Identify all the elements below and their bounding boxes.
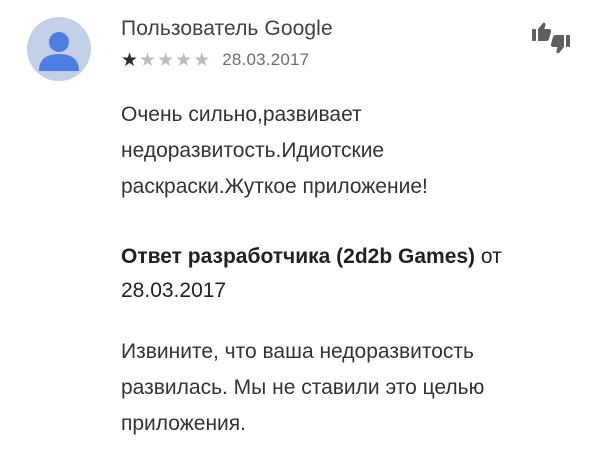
developer-reply-text: Извините, что ваша недоразвитость развил… (121, 334, 581, 442)
review-line: недоразвитость.Идиотские (121, 139, 385, 162)
developer-reply-header: Ответ разработчика (2d2b Games) от 28.03… (121, 240, 581, 308)
developer-reply-from: от (475, 245, 502, 268)
reply-line: приложения. (121, 412, 246, 435)
thumb-up-down-icon[interactable] (531, 21, 571, 57)
star-icon: ★ (175, 49, 193, 71)
review-text: Очень сильно,развивает недоразвитость.Ид… (121, 97, 571, 205)
user-silhouette-icon (39, 32, 79, 71)
star-icon: ★ (139, 49, 157, 71)
review-meta: ★ ★ ★ ★ ★ 28.03.2017 (121, 50, 309, 70)
review-date: 28.03.2017 (222, 50, 310, 69)
developer-reply-label: Ответ разработчика (2d2b Games) (121, 245, 476, 268)
star-icon: ★ (193, 49, 211, 71)
star-rating: ★ ★ ★ ★ ★ (121, 51, 210, 70)
developer-reply-date: 28.03.2017 (121, 279, 227, 302)
avatar (27, 17, 91, 81)
review-line: Очень сильно,развивает (121, 103, 362, 126)
star-icon: ★ (157, 49, 175, 71)
reply-line: развилась. Мы не ставили это целью (121, 376, 485, 399)
review-line: раскраски.Жуткое приложение! (121, 175, 428, 198)
reply-line: Извините, что ваша недоразвитость (121, 340, 474, 363)
review-author: Пользователь Google (121, 17, 333, 40)
star-icon: ★ (121, 49, 139, 71)
